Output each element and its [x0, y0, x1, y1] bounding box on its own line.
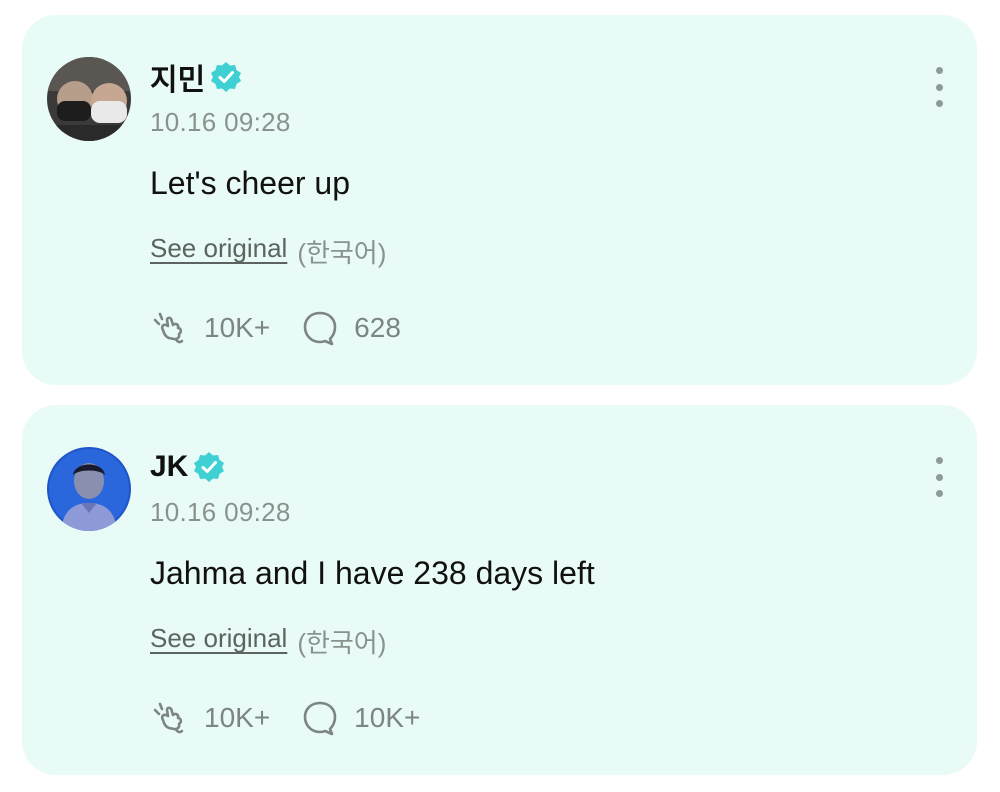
comment-bubble-icon	[300, 698, 340, 738]
post-actions: 10K+ 628	[150, 308, 401, 348]
more-vertical-icon[interactable]	[927, 67, 951, 107]
cheer-count: 10K+	[204, 312, 271, 343]
avatar[interactable]	[47, 57, 131, 141]
post-actions: 10K+ 10K+	[150, 698, 420, 738]
post-card[interactable]: 지민 10.16 09:28 Let's cheer up See origin…	[22, 15, 977, 385]
see-original-link[interactable]: See original	[150, 233, 287, 270]
comment-button[interactable]: 628	[300, 308, 401, 348]
avatar[interactable]	[47, 447, 131, 531]
author-name[interactable]: JK	[150, 450, 188, 484]
post-card[interactable]: JK 10.16 09:28 Jahma and I have 238 days…	[22, 405, 977, 775]
post-timestamp: 10.16 09:28	[150, 107, 291, 137]
verified-badge-icon	[209, 60, 243, 94]
cheer-hand-icon	[150, 698, 190, 738]
translation-row: See original (한국어)	[150, 623, 386, 660]
comment-count: 628	[354, 312, 401, 343]
cheer-button[interactable]: 10K+	[150, 698, 270, 738]
post-text: Jahma and I have 238 days left	[150, 555, 595, 591]
author-row: JK	[150, 447, 226, 487]
author-name[interactable]: 지민	[150, 55, 205, 99]
comment-button[interactable]: 10K+	[300, 698, 420, 738]
more-vertical-icon[interactable]	[927, 457, 951, 497]
comment-bubble-icon	[300, 308, 340, 348]
cheer-count: 10K+	[204, 702, 271, 733]
original-language: (한국어)	[297, 628, 387, 658]
post-text: Let's cheer up	[150, 165, 351, 201]
see-original-link[interactable]: See original	[150, 623, 287, 660]
author-row: 지민	[150, 57, 243, 97]
comment-count: 10K+	[354, 702, 421, 733]
post-timestamp: 10.16 09:28	[150, 497, 291, 527]
original-language: (한국어)	[297, 238, 387, 268]
cheer-button[interactable]: 10K+	[150, 308, 270, 348]
translation-row: See original (한국어)	[150, 233, 386, 270]
verified-badge-icon	[192, 450, 226, 484]
cheer-hand-icon	[150, 308, 190, 348]
